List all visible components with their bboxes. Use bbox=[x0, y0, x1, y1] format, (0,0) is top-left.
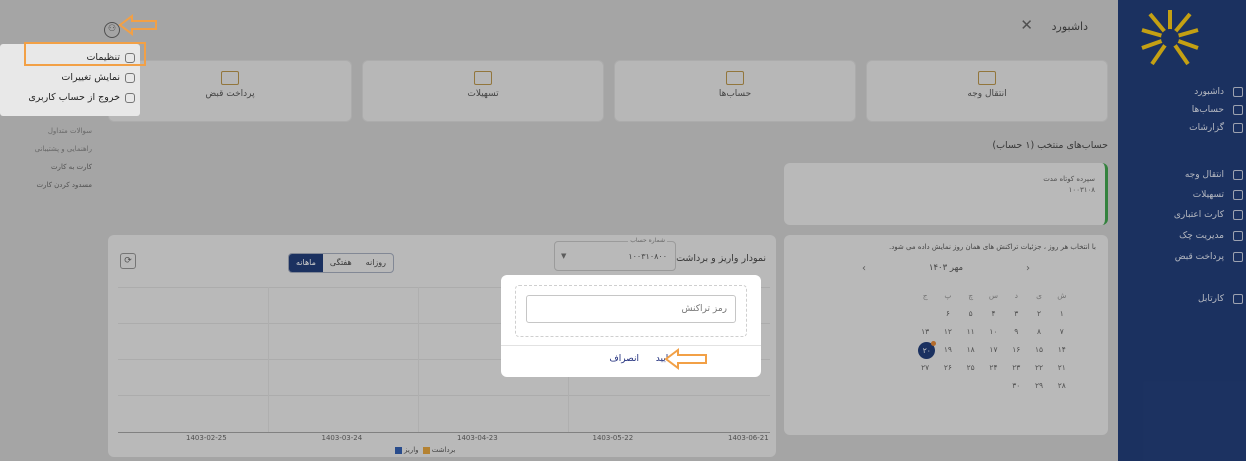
logout-icon bbox=[125, 93, 135, 103]
pointer-arrow-icon bbox=[118, 14, 157, 36]
highlight-box bbox=[24, 42, 146, 66]
menu-item-label: نمایش تغییرات bbox=[61, 72, 120, 83]
transaction-password-dialog: تایید انصراف bbox=[501, 275, 761, 377]
menu-item-label: خروج از حساب کاربری bbox=[28, 92, 120, 103]
transaction-password-input[interactable] bbox=[526, 295, 736, 323]
pointer-arrow-icon bbox=[664, 348, 707, 370]
modal-overlay[interactable] bbox=[0, 0, 1246, 461]
app-root: داشبورد حساب‌ها گزارشات انتقال وجه تسهیل… bbox=[0, 0, 1246, 461]
changes-icon bbox=[125, 73, 135, 83]
menu-item-logout[interactable]: خروج از حساب کاربری bbox=[0, 88, 140, 108]
cancel-button[interactable]: انصراف bbox=[609, 354, 639, 364]
divider bbox=[501, 345, 761, 346]
menu-item-changes[interactable]: نمایش تغییرات bbox=[0, 68, 140, 88]
input-wrapper bbox=[515, 285, 747, 337]
